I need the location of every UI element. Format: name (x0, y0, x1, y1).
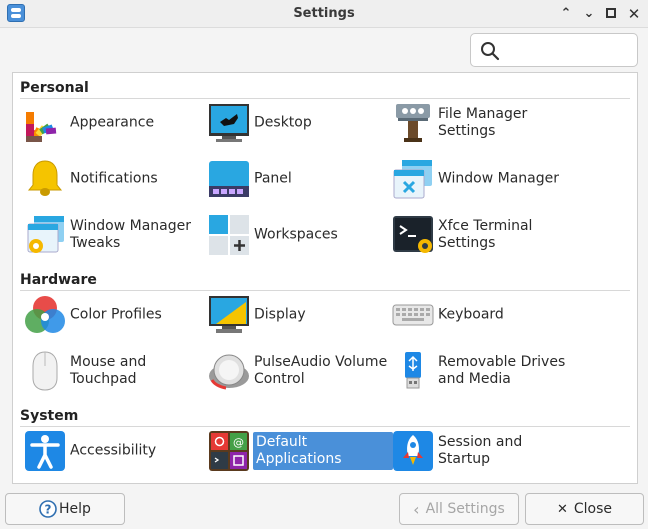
item-panel-label: Panel (254, 170, 292, 187)
item-session-label: Session and Startup (438, 434, 523, 467)
section-divider (20, 426, 630, 427)
item-workspaces[interactable]: Workspaces (208, 212, 388, 258)
panel-icon (209, 161, 249, 197)
all-settings-button-label: All Settings (425, 501, 505, 517)
item-removable-label: Removable Drives and Media (438, 354, 566, 387)
section-divider (20, 290, 630, 291)
item-appearance-label: Appearance (70, 114, 155, 131)
search-input[interactable] (470, 33, 638, 67)
volume-knob-icon (209, 354, 249, 390)
close-window-button[interactable]: ✕ (624, 4, 644, 24)
item-window-manager[interactable]: Window Manager (392, 156, 572, 202)
section-personal-heading: Personal (20, 80, 89, 96)
bell-icon (27, 160, 63, 196)
display-icon (209, 296, 249, 333)
minimize-button[interactable]: ⌄ (579, 4, 599, 24)
settings-panel: Personal Appearance Desktop File Manager… (12, 72, 638, 484)
item-workspaces-label: Workspaces (254, 226, 338, 243)
item-appearance[interactable]: Appearance (24, 100, 204, 146)
file-manager-icon (396, 104, 430, 142)
terminal-icon (393, 216, 433, 253)
keyboard-icon (392, 304, 434, 326)
item-mouse[interactable]: Mouse and Touchpad (24, 348, 204, 394)
section-system-heading: System (20, 408, 79, 424)
item-removable[interactable]: Removable Drives and Media (392, 348, 572, 394)
item-accessibility-label: Accessibility (70, 442, 157, 459)
svg-text:?: ? (45, 503, 52, 517)
window-manager-icon (393, 160, 432, 199)
item-default-apps[interactable]: @ Default Applications (208, 428, 393, 474)
item-accessibility[interactable]: Accessibility (24, 428, 204, 474)
item-keyboard[interactable]: Keyboard (392, 292, 572, 338)
mouse-icon (32, 351, 58, 391)
appearance-icon (26, 112, 57, 142)
section-divider (20, 98, 630, 99)
item-file-manager-label: File Manager Settings (438, 106, 528, 139)
close-button[interactable]: ✕ Close (525, 493, 644, 525)
desktop-icon (209, 104, 249, 142)
item-color-profiles-label: Color Profiles (70, 306, 162, 323)
help-button[interactable]: ? Help (5, 493, 125, 525)
item-mouse-label: Mouse and Touchpad (70, 354, 147, 387)
item-notifications-label: Notifications (70, 170, 158, 187)
chevron-up-icon[interactable]: ⌃ (556, 4, 576, 24)
workspaces-icon (209, 215, 249, 255)
item-file-manager[interactable]: File Manager Settings (392, 100, 572, 146)
search-icon (481, 42, 500, 61)
color-profiles-icon (25, 296, 65, 333)
item-display-label: Display (254, 306, 306, 323)
item-pulseaudio[interactable]: PulseAudio Volume Control (208, 348, 388, 394)
item-session[interactable]: Session and Startup (392, 428, 572, 474)
item-terminal-label: Xfce Terminal Settings (438, 218, 533, 251)
item-keyboard-label: Keyboard (438, 306, 504, 323)
item-default-apps-label: Default Applications (253, 432, 393, 470)
close-icon: ✕ (556, 501, 568, 517)
maximize-icon (606, 8, 616, 18)
item-color-profiles[interactable]: Color Profiles (24, 292, 204, 338)
help-button-label: Help (59, 501, 91, 517)
rocket-icon (393, 431, 433, 471)
item-wm-tweaks[interactable]: Window Manager Tweaks (24, 212, 204, 258)
item-desktop[interactable]: Desktop (208, 100, 388, 146)
window-title: Settings (293, 6, 355, 21)
item-panel[interactable]: Panel (208, 156, 388, 202)
item-pulseaudio-label: PulseAudio Volume Control (254, 354, 388, 387)
svg-text:@: @ (233, 436, 244, 449)
title-bar[interactable]: Settings ⌃ ⌄ ✕ (0, 0, 648, 28)
chevron-left-icon: ‹ (413, 499, 420, 519)
item-wm-tweaks-label: Window Manager Tweaks (70, 218, 192, 251)
all-settings-button[interactable]: ‹ All Settings (399, 493, 519, 525)
default-apps-icon: @ (209, 431, 249, 471)
help-icon: ? (39, 500, 57, 518)
wm-tweaks-icon (27, 216, 64, 253)
maximize-button[interactable] (601, 4, 621, 24)
close-button-label: Close (573, 501, 613, 517)
section-hardware-heading: Hardware (20, 272, 97, 288)
item-desktop-label: Desktop (254, 114, 312, 131)
usb-drive-icon (405, 352, 421, 389)
item-notifications[interactable]: Notifications (24, 156, 204, 202)
item-terminal[interactable]: Xfce Terminal Settings (392, 212, 572, 258)
item-window-manager-label: Window Manager (438, 170, 560, 187)
accessibility-icon (25, 431, 65, 471)
item-display[interactable]: Display (208, 292, 388, 338)
